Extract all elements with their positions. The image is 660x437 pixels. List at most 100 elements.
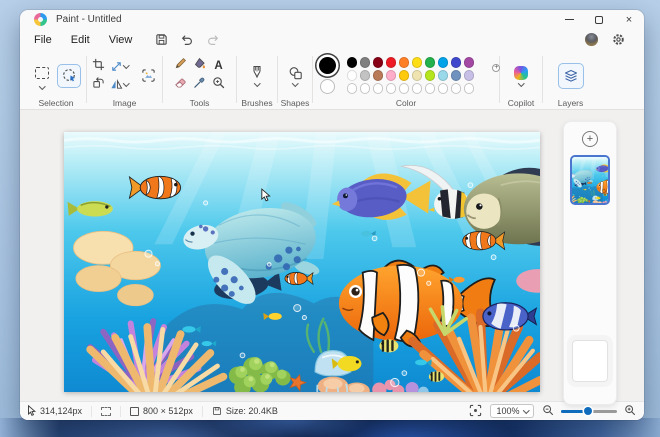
palette-color-swatch[interactable]	[399, 57, 410, 68]
palette-color-swatch[interactable]	[412, 57, 423, 68]
fit-to-screen-icon	[469, 404, 482, 417]
file-size-value: Size: 20.4KB	[226, 406, 278, 416]
save-icon	[155, 33, 168, 46]
text-tool-button[interactable]: A	[214, 60, 222, 72]
palette-color-swatch[interactable]	[386, 57, 397, 68]
palette-empty-slot[interactable]	[399, 83, 410, 94]
window-controls: ×	[554, 10, 644, 29]
zoom-slider[interactable]	[561, 406, 617, 416]
remove-background-button[interactable]	[136, 64, 160, 88]
palette-empty-slot[interactable]	[386, 83, 397, 94]
edit-colors-button[interactable]: +	[480, 67, 497, 84]
tools-group: A Tools	[163, 50, 236, 109]
settings-button[interactable]	[608, 31, 628, 48]
selection-dropdown-chevron-icon[interactable]	[39, 83, 45, 89]
menu-edit[interactable]: Edit	[71, 34, 90, 46]
palette-color-swatch[interactable]	[360, 57, 371, 68]
zoom-dropdown-chevron-icon	[523, 407, 529, 413]
selection-group: Selection	[26, 50, 86, 109]
layer-thumbnail-selected[interactable]	[570, 155, 610, 205]
eraser-tool-button[interactable]	[174, 76, 187, 94]
eyedropper-tool-button[interactable]	[193, 76, 206, 94]
canvas-size-icon	[130, 407, 139, 416]
brushes-chevron-icon	[254, 80, 260, 86]
layers-icon	[563, 68, 579, 84]
fit-to-screen-button[interactable]	[469, 404, 482, 419]
menu-view[interactable]: View	[109, 34, 133, 46]
palette-color-swatch[interactable]	[451, 57, 462, 68]
menu-file[interactable]: File	[34, 34, 52, 46]
color-group: + Color	[313, 50, 499, 109]
layers-button[interactable]	[558, 63, 584, 89]
palette-empty-slot[interactable]	[347, 83, 358, 94]
background-layer-thumbnail[interactable]	[572, 340, 608, 382]
fill-tool-button[interactable]	[193, 57, 206, 75]
add-layer-button[interactable]: +	[582, 131, 598, 147]
palette-color-swatch[interactable]	[386, 70, 397, 81]
palette-empty-slot[interactable]	[464, 83, 475, 94]
account-avatar[interactable]	[585, 33, 598, 46]
palette-color-swatch[interactable]	[425, 57, 436, 68]
palette-color-swatch[interactable]	[464, 57, 475, 68]
palette-color-swatch[interactable]	[451, 70, 462, 81]
undo-icon	[180, 33, 194, 47]
color1-swatch[interactable]	[319, 57, 336, 74]
shapes-chevron-icon	[292, 80, 298, 86]
zoom-out-button[interactable]	[542, 404, 554, 418]
cursor-position-segment: 314,124px	[27, 405, 82, 417]
zoom-in-icon	[624, 404, 636, 416]
palette-color-swatch[interactable]	[373, 70, 384, 81]
palette-empty-slot[interactable]	[360, 83, 371, 94]
palette-empty-slot[interactable]	[438, 83, 449, 94]
canvas-size-segment: 800 × 512px	[130, 406, 193, 416]
palette-color-swatch[interactable]	[425, 70, 436, 81]
zoom-slider-thumb[interactable]	[584, 407, 592, 415]
rectangle-select-button[interactable]	[31, 62, 53, 84]
palette-empty-slot[interactable]	[412, 83, 423, 94]
remove-background-icon	[141, 68, 156, 83]
file-size-segment: Size: 20.4KB	[212, 406, 278, 416]
crop-button[interactable]	[92, 58, 105, 76]
shapes-button[interactable]	[288, 66, 303, 86]
magnifier-tool-button[interactable]	[212, 76, 225, 94]
copilot-button[interactable]	[514, 66, 528, 86]
eraser-icon	[174, 76, 187, 89]
undo-button[interactable]	[177, 31, 197, 48]
save-button[interactable]	[151, 31, 171, 48]
selection-size-segment	[101, 407, 111, 416]
pencil-tool-button[interactable]	[174, 57, 187, 75]
close-button[interactable]: ×	[614, 10, 644, 29]
palette-color-swatch[interactable]	[438, 57, 449, 68]
palette-empty-slot[interactable]	[451, 83, 462, 94]
flip-button[interactable]	[110, 78, 129, 91]
minimize-button[interactable]	[554, 10, 584, 29]
tools-group-label: Tools	[190, 98, 210, 108]
resize-button[interactable]	[110, 60, 129, 73]
palette-color-swatch[interactable]	[360, 70, 371, 81]
flip-chevron-icon	[123, 80, 129, 86]
canvas-size-value: 800 × 512px	[143, 406, 193, 416]
maximize-button[interactable]	[584, 10, 614, 29]
flip-icon	[110, 78, 123, 91]
palette-color-swatch[interactable]	[412, 70, 423, 81]
zoom-level-dropdown[interactable]: 100%	[490, 404, 534, 418]
palette-empty-slot[interactable]	[373, 83, 384, 94]
redo-button[interactable]	[203, 31, 223, 48]
status-bar: 314,124px 800 × 512px Size: 20.4KB 100%	[20, 401, 644, 420]
palette-empty-slot[interactable]	[425, 83, 436, 94]
palette-color-swatch[interactable]	[464, 70, 475, 81]
brushes-button[interactable]	[250, 65, 264, 86]
layers-group: Layers	[543, 50, 598, 109]
color2-swatch[interactable]	[320, 79, 335, 94]
selection-size-icon	[101, 407, 111, 416]
free-form-select-button[interactable]	[57, 64, 81, 88]
zoom-in-button[interactable]	[624, 404, 636, 418]
palette-color-swatch[interactable]	[347, 57, 358, 68]
canvas[interactable]	[64, 132, 540, 392]
palette-color-swatch[interactable]	[373, 57, 384, 68]
rotate-button[interactable]	[92, 76, 105, 94]
palette-color-swatch[interactable]	[347, 70, 358, 81]
magnifier-icon	[212, 76, 225, 89]
palette-color-swatch[interactable]	[438, 70, 449, 81]
palette-color-swatch[interactable]	[399, 70, 410, 81]
